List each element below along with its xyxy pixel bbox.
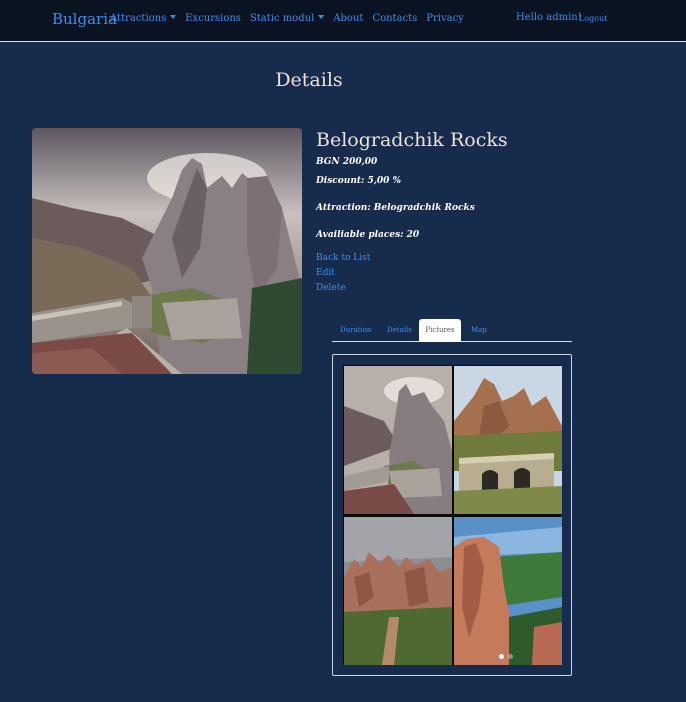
chevron-down-icon [170,15,177,19]
nav-contacts[interactable]: Contacts [372,13,417,24]
nav-about[interactable]: About [333,13,363,24]
details-tabs: Duration Details Pictures Map [332,319,572,342]
tab-pictures[interactable]: Pictures [419,319,461,342]
rocks-fortress-image [32,128,302,374]
tab-duration[interactable]: Duration [340,319,371,342]
delete-link[interactable]: Delete [316,283,346,293]
attraction-title-line: Attraction: Belogradchik Rocks [316,203,475,213]
attraction-name: Belogradchik Rocks [316,129,508,151]
attraction-discount: Discount: 5,00 % [316,176,402,186]
logout-link[interactable]: Logout [579,14,607,23]
edit-link[interactable]: Edit [316,268,335,278]
pictures-carousel[interactable] [332,354,572,676]
gallery-image-4[interactable] [454,517,562,665]
page-title: Details [275,69,343,91]
back-to-list-link[interactable]: Back to List [316,253,370,263]
chevron-down-icon [318,15,325,19]
tab-map[interactable]: Map [471,319,487,342]
nav-attractions-label: Attractions [110,13,167,24]
tall-rock-valley-thumb [454,517,562,665]
nav-menu: Attractions Excursions Static modul Abou… [110,13,464,24]
rock-formations-path-thumb [344,517,452,665]
tab-details[interactable]: Details [387,319,412,342]
gallery-image-3[interactable] [344,517,452,665]
gallery-image-2[interactable] [454,366,562,514]
nav-privacy[interactable]: Privacy [426,13,464,24]
rock-fortress-gate-thumb [454,366,562,514]
rocks-fortress-thumb [344,366,452,514]
carousel-indicator-active[interactable] [499,654,504,659]
available-places: Availiable places: 20 [316,230,420,240]
nav-excursions[interactable]: Excursions [185,13,241,24]
carousel-indicator[interactable] [508,654,513,659]
brand-link[interactable]: Bulgaria [52,10,117,28]
nav-attractions[interactable]: Attractions [110,13,177,24]
nav-static-modul-label: Static modul [249,13,315,24]
attraction-price: BGN 200,00 [316,157,378,167]
attraction-main-photo [32,128,302,374]
navbar: Bulgaria Attractions Excursions Static m… [0,0,686,42]
nav-static-modul[interactable]: Static modul [249,13,325,24]
user-greeting[interactable]: Hello admin! [516,12,582,23]
gallery-image-1[interactable] [344,366,452,514]
